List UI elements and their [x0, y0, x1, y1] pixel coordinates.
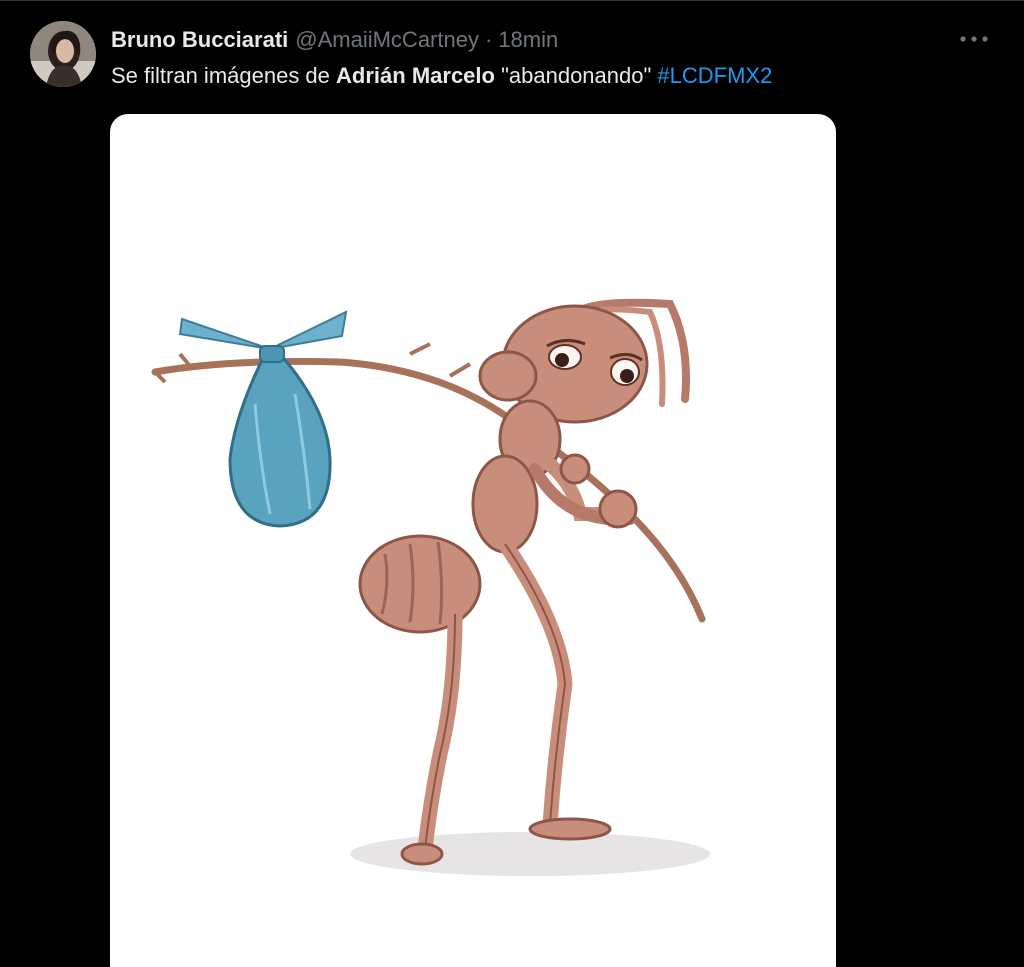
tweet-header: Bruno Bucciarati @AmaiiMcCartney · 18min	[111, 25, 558, 55]
tweet-timestamp[interactable]: 18min	[498, 27, 558, 53]
tweet-text: Se filtran imágenes de Adrián Marcelo "a…	[111, 59, 772, 93]
tweet-text-part: "abandonando"	[494, 63, 658, 88]
author-name[interactable]: Bruno Bucciarati	[111, 27, 288, 53]
avatar[interactable]	[30, 21, 96, 87]
header-separator: ·	[484, 27, 493, 52]
ant-illustration	[151, 298, 710, 876]
hashtag-link[interactable]: #LCDFMX2	[657, 63, 772, 88]
more-horizontal-icon	[960, 36, 988, 42]
more-options-button[interactable]	[956, 27, 992, 51]
profile-photo-icon	[30, 21, 96, 87]
tweet-text-bold: Adrián Marcelo	[336, 63, 495, 88]
tweet-media[interactable]	[110, 114, 836, 967]
author-handle[interactable]: @AmaiiMcCartney	[295, 27, 479, 53]
tweet[interactable]: Bruno Bucciarati @AmaiiMcCartney · 18min…	[0, 0, 1024, 967]
tweet-text-part: Se filtran imágenes de	[111, 63, 337, 88]
